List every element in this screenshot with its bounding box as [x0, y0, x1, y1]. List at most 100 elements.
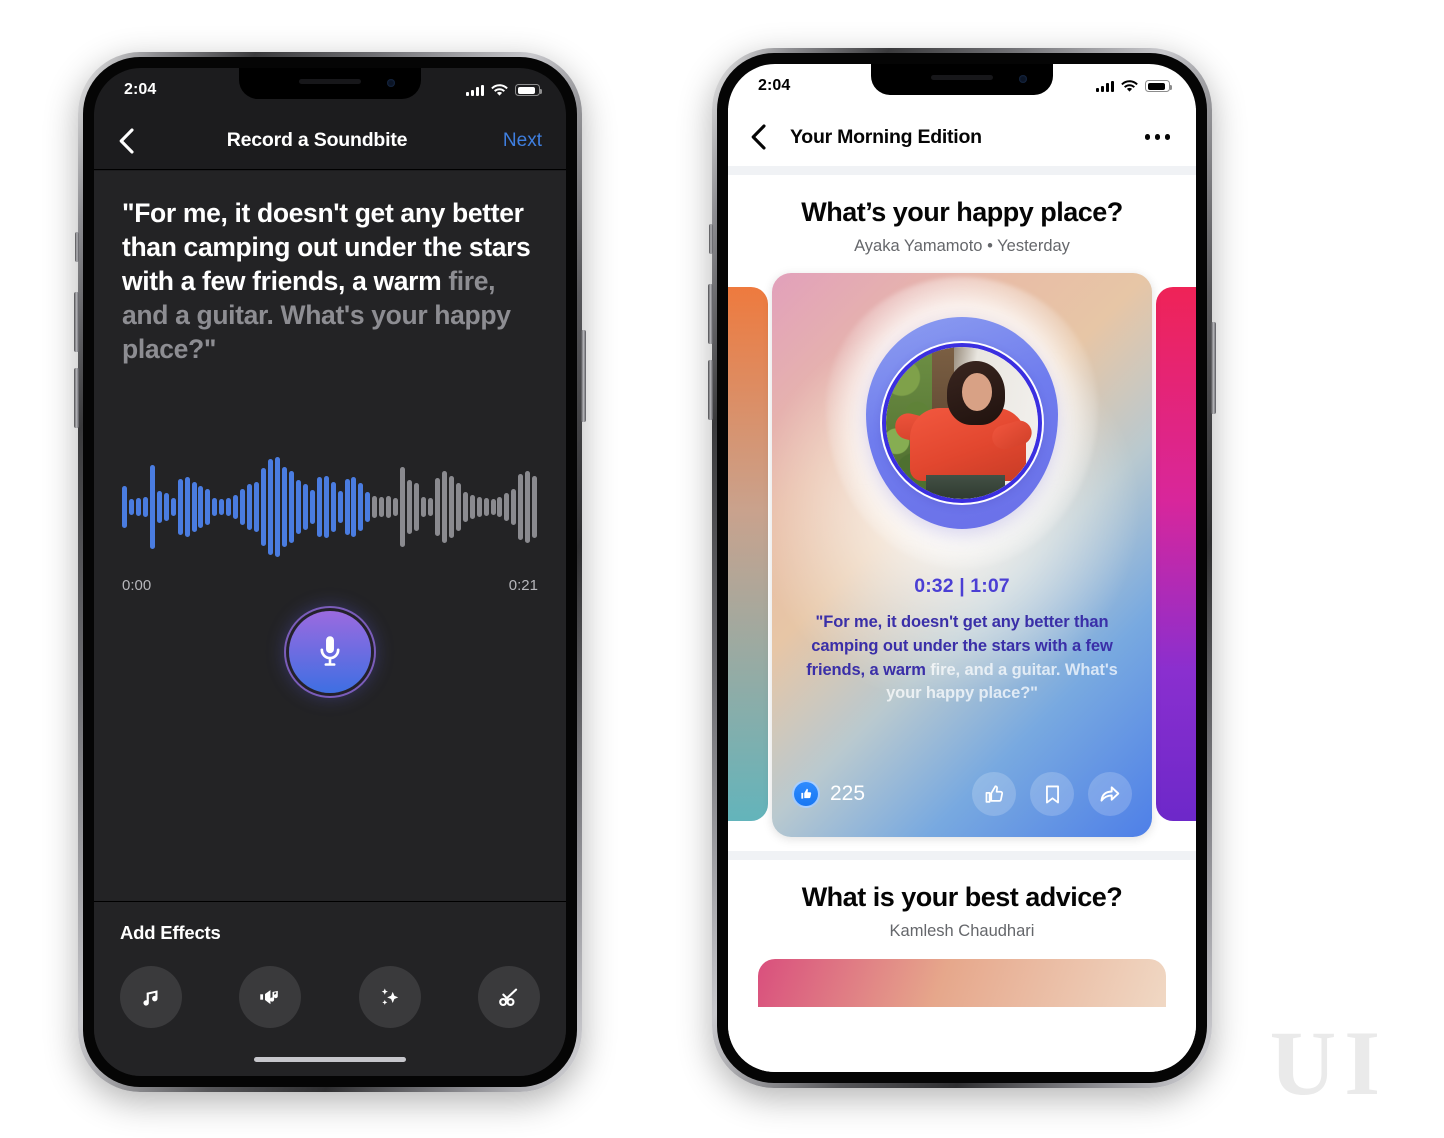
waveform-bar	[455, 483, 461, 531]
volume-up-button[interactable]	[74, 292, 79, 352]
waveform-bar	[309, 489, 315, 525]
post-meta: Ayaka Yamamoto • Yesterday	[744, 237, 1180, 256]
waveform-bar	[365, 491, 371, 523]
effect-sparkles-button[interactable]	[358, 966, 421, 1028]
volume-down-button[interactable]	[74, 368, 79, 428]
waveform-bar	[441, 471, 447, 543]
carousel-card-previous[interactable]	[728, 287, 768, 821]
waveform-timestamps: 0:00 0:21	[122, 577, 538, 594]
signal-bars-icon	[466, 84, 484, 96]
waveform-bar	[226, 498, 232, 516]
like-count-badge[interactable]: 225	[792, 780, 865, 808]
save-button[interactable]	[1030, 772, 1074, 816]
waveform-bar	[268, 459, 274, 555]
avatar-white-ring	[880, 341, 1044, 505]
transcript-text: "For me, it doesn't get any better than …	[94, 171, 566, 367]
soundbite-carousel[interactable]: 0:32 | 1:07 "For me, it doesn't get any …	[728, 273, 1196, 837]
feed-navigation-bar: Your Morning Edition	[728, 108, 1196, 166]
waveform-bar	[497, 497, 503, 517]
next-post-header[interactable]: What is your best advice? Kamlesh Chaudh…	[728, 860, 1196, 941]
waveform-bar	[163, 492, 169, 522]
nav-divider	[728, 166, 1196, 175]
waveform-bar	[490, 499, 496, 515]
post-title: What’s your happy place?	[801, 197, 1123, 227]
home-indicator[interactable]	[254, 1056, 406, 1062]
waveform-bar	[372, 496, 378, 518]
waveform-bar	[344, 478, 350, 536]
record-button[interactable]	[289, 611, 371, 693]
like-icon	[985, 784, 1003, 803]
waveform-bar	[122, 486, 127, 528]
audio-waveform[interactable]	[122, 453, 538, 561]
watermark: UI	[1269, 1012, 1388, 1114]
mute-switch-right[interactable]	[709, 224, 713, 254]
carousel-card-next[interactable]	[1156, 287, 1196, 821]
mute-switch[interactable]	[75, 232, 79, 262]
waveform-section: 0:00 0:21	[122, 453, 538, 594]
share-button[interactable]	[1088, 772, 1132, 816]
waveform-bar	[420, 497, 426, 517]
thumbs-up-filled-icon	[792, 780, 820, 808]
voice-effect-icon	[260, 990, 279, 1005]
waveform-bar	[135, 498, 141, 516]
waveform-bar	[511, 488, 517, 526]
phone-left-record-screen: 2:04 Record a Soundbite Next "For me, it…	[74, 52, 586, 1092]
post-timestamp: Yesterday	[997, 237, 1070, 255]
waveform-bar	[233, 495, 239, 519]
waveform-bar	[386, 496, 392, 518]
battery-icon	[515, 84, 542, 96]
power-button[interactable]	[581, 330, 586, 422]
waveform-bar	[525, 471, 531, 543]
record-navigation-bar: Record a Soundbite Next	[94, 112, 566, 170]
phone-right-feed-screen: 2:04 Your Morning Edition What’s your ha…	[708, 48, 1216, 1088]
waveform-bar	[156, 490, 162, 524]
waveform-bar	[288, 471, 294, 543]
back-button-right[interactable]	[750, 124, 780, 150]
wifi-icon	[491, 83, 508, 96]
waveform-bar	[393, 498, 399, 516]
save-icon	[1045, 785, 1059, 803]
next-post-author: Kamlesh Chaudhari	[889, 922, 1035, 940]
wifi-icon-right	[1121, 79, 1138, 92]
waveform-bar	[330, 482, 336, 532]
playback-time: 0:32 | 1:07	[914, 575, 1010, 597]
music-note-icon	[143, 990, 158, 1006]
soundbite-card[interactable]: 0:32 | 1:07 "For me, it doesn't get any …	[772, 273, 1152, 837]
volume-up-button-right[interactable]	[708, 284, 713, 344]
waveform-bar	[476, 497, 482, 517]
waveform-bar	[149, 464, 155, 550]
waveform-bar	[337, 490, 343, 524]
record-content: "For me, it doesn't get any better than …	[94, 171, 566, 1076]
signal-bars-icon-right	[1096, 80, 1114, 92]
avatar	[886, 347, 1038, 499]
feed-separator	[728, 851, 1196, 860]
power-button-right[interactable]	[1211, 322, 1216, 414]
effect-music-button[interactable]	[120, 966, 182, 1028]
like-button[interactable]	[972, 772, 1016, 816]
more-options-icon[interactable]	[1144, 134, 1170, 140]
earpiece-speaker-right	[931, 75, 993, 80]
next-button[interactable]: Next	[486, 130, 542, 152]
microphone-icon	[320, 636, 340, 666]
waveform-bar	[407, 480, 413, 534]
waveform-bar	[316, 476, 322, 538]
waveform-bar	[469, 495, 475, 519]
earpiece-speaker	[299, 79, 361, 84]
effect-voice-button[interactable]	[239, 966, 302, 1028]
front-camera	[387, 79, 395, 87]
meta-separator: •	[987, 237, 993, 255]
waveform-bar	[532, 475, 538, 539]
add-effects-title: Add Effects	[120, 922, 221, 943]
next-post-card-peek[interactable]	[758, 959, 1166, 1007]
post-author: Ayaka Yamamoto	[854, 237, 983, 255]
back-button[interactable]	[118, 127, 148, 154]
waveform-bar	[254, 482, 260, 532]
waveform-bar	[261, 468, 267, 546]
waveform-bar	[212, 498, 218, 516]
feed-title: Your Morning Edition	[790, 125, 982, 148]
card-action-bar: 225	[772, 751, 1152, 837]
waveform-bar	[295, 480, 301, 534]
volume-down-button-right[interactable]	[708, 360, 713, 420]
avatar-blue-ring	[882, 343, 1042, 503]
effect-trim-button[interactable]	[477, 966, 540, 1028]
